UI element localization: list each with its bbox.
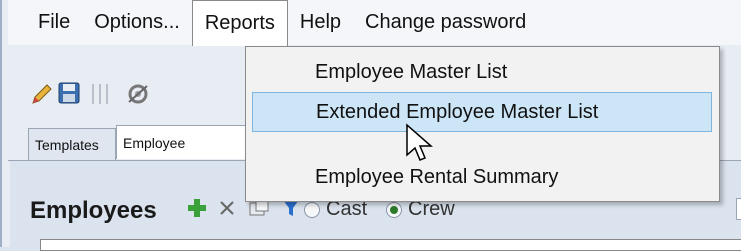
- separator-icon: [88, 82, 118, 111]
- employees-grid-header: [40, 239, 741, 251]
- mouse-cursor-icon: [405, 123, 435, 168]
- menu-help[interactable]: Help: [288, 0, 353, 45]
- copy-icon[interactable]: [248, 199, 270, 222]
- menu-options[interactable]: Options...: [82, 0, 192, 45]
- tab-templates[interactable]: Templates: [28, 128, 116, 160]
- menu-item-extended-employee-master-list[interactable]: Extended Employee Master List: [252, 92, 712, 132]
- menu-reports[interactable]: Reports: [191, 0, 288, 46]
- menu-item-employee-master-list[interactable]: Employee Master List: [252, 52, 712, 92]
- menu-bar: File Options... Reports Help Change pass…: [8, 0, 741, 46]
- pencil-icon[interactable]: [30, 82, 54, 111]
- save-icon[interactable]: [58, 82, 80, 109]
- cast-radio[interactable]: [304, 201, 320, 218]
- menu-change-password[interactable]: Change password: [353, 0, 538, 45]
- page-title: Employees: [30, 197, 157, 224]
- tab-employee[interactable]: Employee: [116, 125, 256, 159]
- menu-item-employee-rental-summary[interactable]: Employee Rental Summary: [252, 155, 712, 199]
- settings-icon[interactable]: [125, 82, 151, 111]
- reports-dropdown: Employee Master List Extended Employee M…: [245, 46, 720, 202]
- checkbox[interactable]: [736, 198, 741, 220]
- delete-icon[interactable]: [218, 199, 236, 222]
- crew-radio[interactable]: [386, 201, 402, 218]
- menu-file[interactable]: File: [8, 0, 82, 45]
- add-icon[interactable]: [186, 197, 208, 224]
